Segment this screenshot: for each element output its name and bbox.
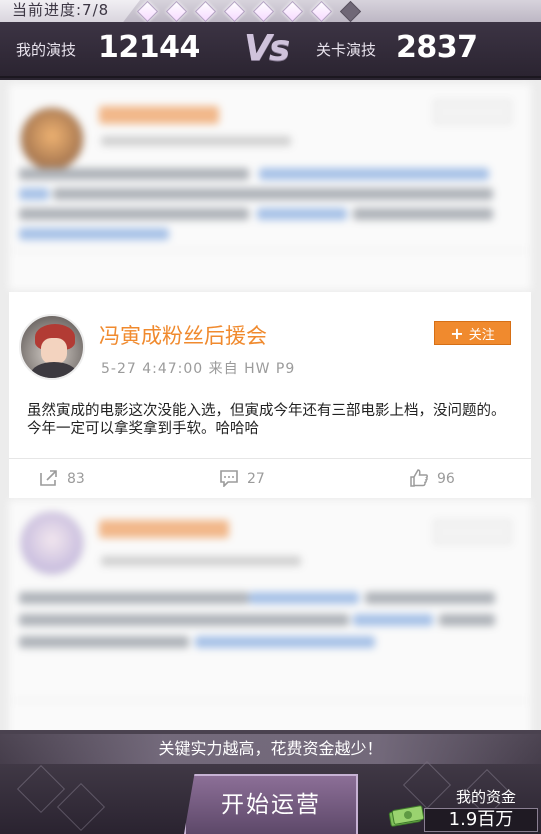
versus-header: 我的演技 12144 Vs 关卡演技 2837 <box>0 22 541 78</box>
like-count: 96 <box>437 471 455 487</box>
progress-diamond-icon <box>165 0 188 22</box>
bottom-panel: 关键实力越高，花费资金越少！ 开始运营 我的资金 1.9百万 <box>0 730 541 834</box>
follow-button-label: 关注 <box>468 328 495 343</box>
progress-diamond-empty-icon <box>339 0 362 22</box>
follow-button[interactable]: + 关注 <box>434 321 511 345</box>
share-action[interactable]: 83 <box>39 469 85 487</box>
progress-bar: 当前进度:7/8 <box>0 0 541 22</box>
comment-action[interactable]: 27 <box>219 469 265 488</box>
hint-text: 关键实力越高，花费资金越少！ <box>0 734 541 764</box>
my-money-value: 1.9百万 <box>424 808 538 832</box>
follow-button-placeholder <box>434 100 511 124</box>
progress-diamond-icon <box>281 0 304 22</box>
comment-icon <box>220 470 238 488</box>
my-money-label: 我的资金 <box>456 788 517 806</box>
post-content: 虽然寅成的电影这次没能入选，但寅成今年还有三部电影上档，没问题的。今年一定可以拿… <box>27 403 506 437</box>
level-acting-label: 关卡演技 <box>316 41 377 59</box>
progress-diamond-icon <box>252 0 275 22</box>
vs-logo: Vs <box>244 28 290 69</box>
avatar <box>19 106 85 172</box>
post-actions: 83 27 96 <box>9 458 531 498</box>
progress-diamond-icon <box>223 0 246 22</box>
money-icon <box>388 805 425 827</box>
comment-count: 27 <box>247 471 265 487</box>
post-meta: 5-27 4:47:00 来自 HW P9 <box>101 361 296 377</box>
share-count: 83 <box>67 471 85 487</box>
progress-diamonds <box>136 0 372 22</box>
avatar <box>19 510 85 576</box>
post-actions <box>9 700 531 730</box>
level-acting-value: 2837 <box>396 30 478 65</box>
progress-diamond-icon <box>136 0 159 22</box>
feed-post-blurred <box>9 500 531 730</box>
author-avatar[interactable] <box>19 314 85 380</box>
feed-post-blurred <box>9 84 531 290</box>
follow-button-placeholder <box>434 520 511 544</box>
feed-post-featured: 冯寅成粉丝后援会 5-27 4:47:00 来自 HW P9 + 关注 虽然寅成的… <box>9 292 531 498</box>
social-feed[interactable]: 冯寅成粉丝后援会 5-27 4:47:00 来自 HW P9 + 关注 虽然寅成的… <box>0 80 541 730</box>
progress-label: 当前进度:7/8 <box>0 0 140 22</box>
my-acting-value: 12144 <box>98 30 200 65</box>
my-acting-label: 我的演技 <box>16 41 77 59</box>
author-name[interactable]: 冯寅成粉丝后援会 <box>99 320 267 350</box>
progress-diamond-icon <box>310 0 333 22</box>
start-operation-button[interactable]: 开始运营 <box>184 774 358 834</box>
progress-diamond-icon <box>194 0 217 22</box>
like-icon <box>410 469 428 487</box>
share-icon <box>40 470 57 486</box>
plus-icon: + <box>450 324 464 343</box>
post-actions <box>9 250 531 290</box>
like-action[interactable]: 96 <box>409 469 455 487</box>
